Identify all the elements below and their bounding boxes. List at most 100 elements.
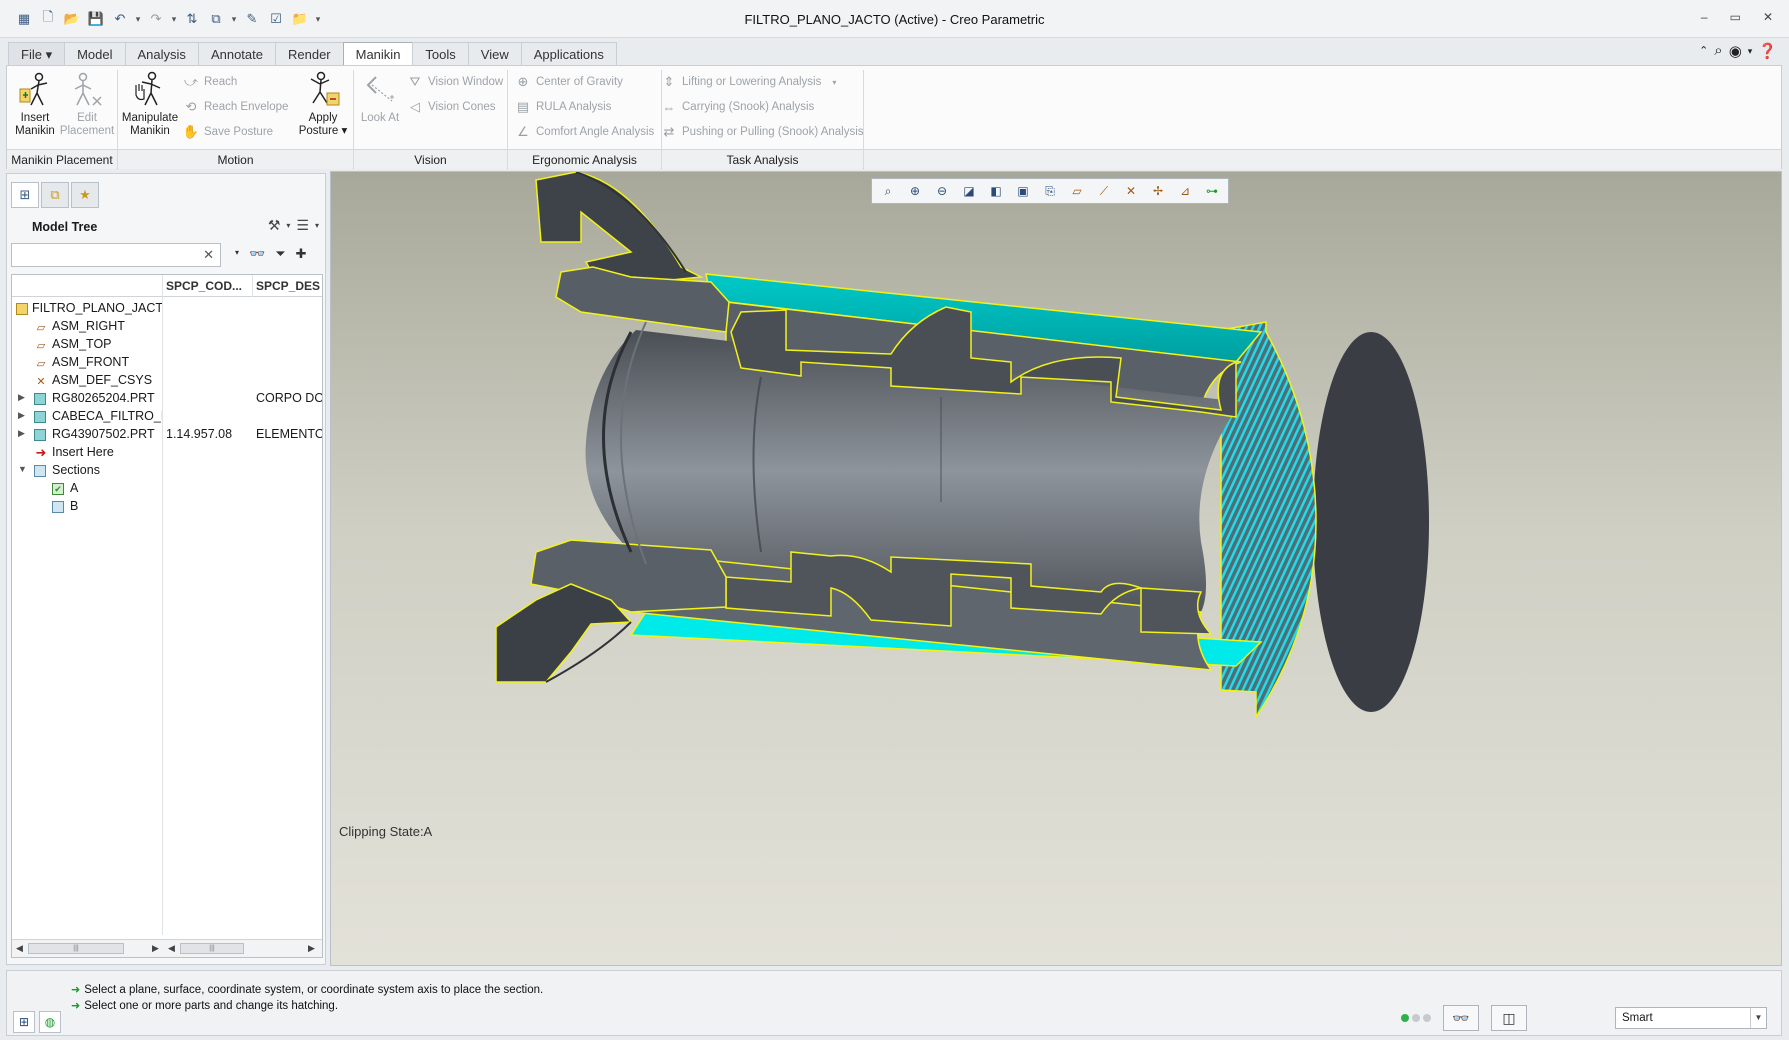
- box-select-icon: ◫: [1502, 1009, 1516, 1026]
- rula-analysis-icon: ▤: [516, 99, 530, 114]
- column-divider: [252, 275, 253, 297]
- tree-row-sections[interactable]: ▼ Sections: [12, 462, 322, 480]
- datum-plane-icon: ▱: [36, 357, 46, 370]
- column-spcp-cod[interactable]: SPCP_COD...: [166, 279, 242, 293]
- tree-row-filtro-plano-jacto[interactable]: FILTRO_PLANO_JACTO: [12, 300, 322, 318]
- search-icon[interactable]: ⌕: [1714, 42, 1722, 60]
- manipulate-manikin-button[interactable]: Manipulate Manikin: [121, 70, 179, 138]
- scroll-left-arrow[interactable]: ◀: [168, 943, 175, 954]
- clear-search-icon[interactable]: ✕: [203, 247, 214, 263]
- scroll-right-arrow[interactable]: ▶: [308, 943, 315, 954]
- tree-row-section-a[interactable]: ✔ A: [12, 480, 322, 498]
- tree-row-cabeca-filtro[interactable]: ▶ CABECA_FILTRO_P: [12, 408, 322, 426]
- apply-posture-button[interactable]: Apply Posture ▾: [297, 70, 349, 138]
- folder-browser-tab-icon[interactable]: ⧉: [41, 182, 69, 208]
- find-binoculars-icon[interactable]: 👓: [249, 246, 265, 262]
- expand-arrow-icon[interactable]: ▶: [18, 410, 28, 421]
- tab-file[interactable]: File ▾: [8, 42, 66, 65]
- settings-dropdown-icon[interactable]: ▾: [286, 221, 290, 230]
- status-message-1: ➜ Select a plane, surface, coordinate sy…: [71, 983, 544, 997]
- model-tree-search: ✕: [11, 243, 221, 267]
- pushing-pulling-analysis-button[interactable]: ⇄ Pushing or Pulling (Snook) Analysis: [661, 122, 864, 142]
- search-dropdown-icon[interactable]: ▾: [235, 246, 239, 262]
- tree-row-asm-top[interactable]: ▱ ASM_TOP: [12, 336, 322, 354]
- collapse-arrow-icon[interactable]: ▼: [18, 464, 28, 474]
- scroll-left-arrow[interactable]: ◀: [16, 943, 23, 954]
- part-icon: [34, 411, 46, 423]
- part-icon: [34, 393, 46, 405]
- settings-icon[interactable]: ⚒: [268, 217, 281, 234]
- horizontal-scrollbars: ◀ ||| ▶ ◀ ||| ▶: [12, 939, 322, 957]
- save-posture-button[interactable]: ✋ Save Posture: [183, 122, 273, 142]
- show-dropdown-icon[interactable]: ▾: [315, 221, 319, 230]
- group-motion: Motion: [118, 149, 353, 169]
- look-at-button[interactable]: Look At: [357, 70, 403, 125]
- find-button[interactable]: 👓: [1443, 1005, 1479, 1031]
- minimize-icon[interactable]: ‒: [1701, 10, 1708, 24]
- favorites-tab-icon[interactable]: ★: [71, 182, 99, 208]
- navigator-panel: ⊞ ⧉ ★ Model Tree ⚒ ▾ ☰ ▾ ✕ ▾ 👓 ⏷ ✚ SPCP_…: [6, 173, 326, 965]
- collapse-ribbon-icon[interactable]: ⌃: [1699, 42, 1708, 60]
- carrying-analysis-button[interactable]: ⇔ Carrying (Snook) Analysis: [661, 97, 815, 117]
- show-icon[interactable]: ☰: [296, 217, 309, 234]
- edit-placement-button[interactable]: Edit Placement: [59, 70, 115, 138]
- expand-arrow-icon[interactable]: ▶: [18, 428, 28, 439]
- scrollbar-thumb[interactable]: |||: [28, 943, 124, 954]
- selection-box-button[interactable]: ◫: [1491, 1005, 1527, 1031]
- tab-manikin[interactable]: Manikin: [342, 42, 414, 67]
- apply-posture-icon: [303, 70, 343, 110]
- community-icon[interactable]: ◉: [1729, 42, 1742, 60]
- restore-icon[interactable]: ▭: [1730, 10, 1741, 24]
- part-icon: [34, 429, 46, 441]
- tree-row-asm-def-csys[interactable]: ✕ ASM_DEF_CSYS: [12, 372, 322, 390]
- tab-tools[interactable]: Tools: [412, 42, 469, 65]
- insert-manikin-button[interactable]: Insert Manikin: [13, 70, 57, 138]
- graphics-window[interactable]: ⌕ ⊕ ⊖ ◪ ◧ ▣ ⎘ ▱ ⟋ ✕ ✢ ⊿ ⊶ Clipping State…: [330, 171, 1782, 966]
- tree-row-rg43907502[interactable]: ▶ RG43907502.PRT 1.14.957.08 ELEMENTO: [12, 426, 322, 444]
- selection-filter[interactable]: Smart ▼: [1615, 1007, 1767, 1029]
- scrollbar-thumb[interactable]: |||: [180, 943, 244, 954]
- model-tree-search-input[interactable]: [16, 245, 196, 265]
- ribbon-footer-empty: [864, 149, 1781, 169]
- chevron-down-icon[interactable]: ▼: [1750, 1008, 1766, 1028]
- vision-window-button[interactable]: ⛛ Vision Window: [407, 72, 504, 92]
- tab-model[interactable]: Model: [64, 42, 126, 65]
- scroll-right-arrow[interactable]: ▶: [152, 943, 159, 954]
- section-active-icon: ✔: [52, 483, 64, 495]
- filter-icon[interactable]: ⏷: [275, 246, 285, 262]
- reach-button[interactable]: ⤻ Reach: [183, 72, 237, 92]
- toggle-navigator-icon[interactable]: ⊞: [13, 1011, 35, 1033]
- tree-row-insert-here[interactable]: ➜ Insert Here: [12, 444, 322, 462]
- model-tree-tab-icon[interactable]: ⊞: [11, 182, 39, 208]
- community-dropdown-icon[interactable]: ▾: [1748, 42, 1753, 60]
- tab-render[interactable]: Render: [274, 42, 344, 65]
- lifting-dropdown-icon[interactable]: ▾: [832, 78, 836, 87]
- close-icon[interactable]: ✕: [1763, 10, 1773, 24]
- column-spcp-des[interactable]: SPCP_DES: [256, 279, 320, 293]
- add-column-icon[interactable]: ✚: [296, 246, 307, 262]
- comfort-angle-icon: ∠: [517, 124, 529, 139]
- center-of-gravity-icon: ⊕: [517, 74, 529, 89]
- vision-cones-icon: ◁: [410, 99, 420, 114]
- edit-placement-icon: [67, 70, 107, 110]
- model-3d-view[interactable]: [331, 172, 1782, 966]
- tab-annotate[interactable]: Annotate: [197, 42, 276, 65]
- tree-row-rg80265204[interactable]: ▶ RG80265204.PRT CORPO DO: [12, 390, 322, 408]
- expand-arrow-icon[interactable]: ▶: [18, 392, 28, 403]
- green-arrow-icon: ➜: [71, 1000, 81, 1012]
- tab-view[interactable]: View: [467, 42, 522, 65]
- lifting-lowering-analysis-button[interactable]: ⇕ Lifting or Lowering Analysis ▾: [661, 72, 837, 92]
- tab-analysis[interactable]: Analysis: [124, 42, 199, 65]
- rula-analysis-button[interactable]: ▤ RULA Analysis: [515, 97, 612, 117]
- comfort-angle-analysis-button[interactable]: ∠ Comfort Angle Analysis: [515, 122, 654, 142]
- center-of-gravity-button[interactable]: ⊕ Center of Gravity: [515, 72, 623, 92]
- tab-applications[interactable]: Applications: [520, 42, 617, 65]
- model-tree-search-row: ✕ ▾ 👓 ⏷ ✚: [11, 242, 323, 268]
- tree-row-asm-right[interactable]: ▱ ASM_RIGHT: [12, 318, 322, 336]
- tree-row-asm-front[interactable]: ▱ ASM_FRONT: [12, 354, 322, 372]
- help-icon[interactable]: ❓: [1758, 42, 1777, 60]
- toggle-browser-icon[interactable]: ◍: [39, 1011, 61, 1033]
- tree-row-section-b[interactable]: B: [12, 498, 322, 516]
- reach-envelope-button[interactable]: ⟲ Reach Envelope: [183, 97, 289, 117]
- vision-cones-button[interactable]: ◁ Vision Cones: [407, 97, 496, 117]
